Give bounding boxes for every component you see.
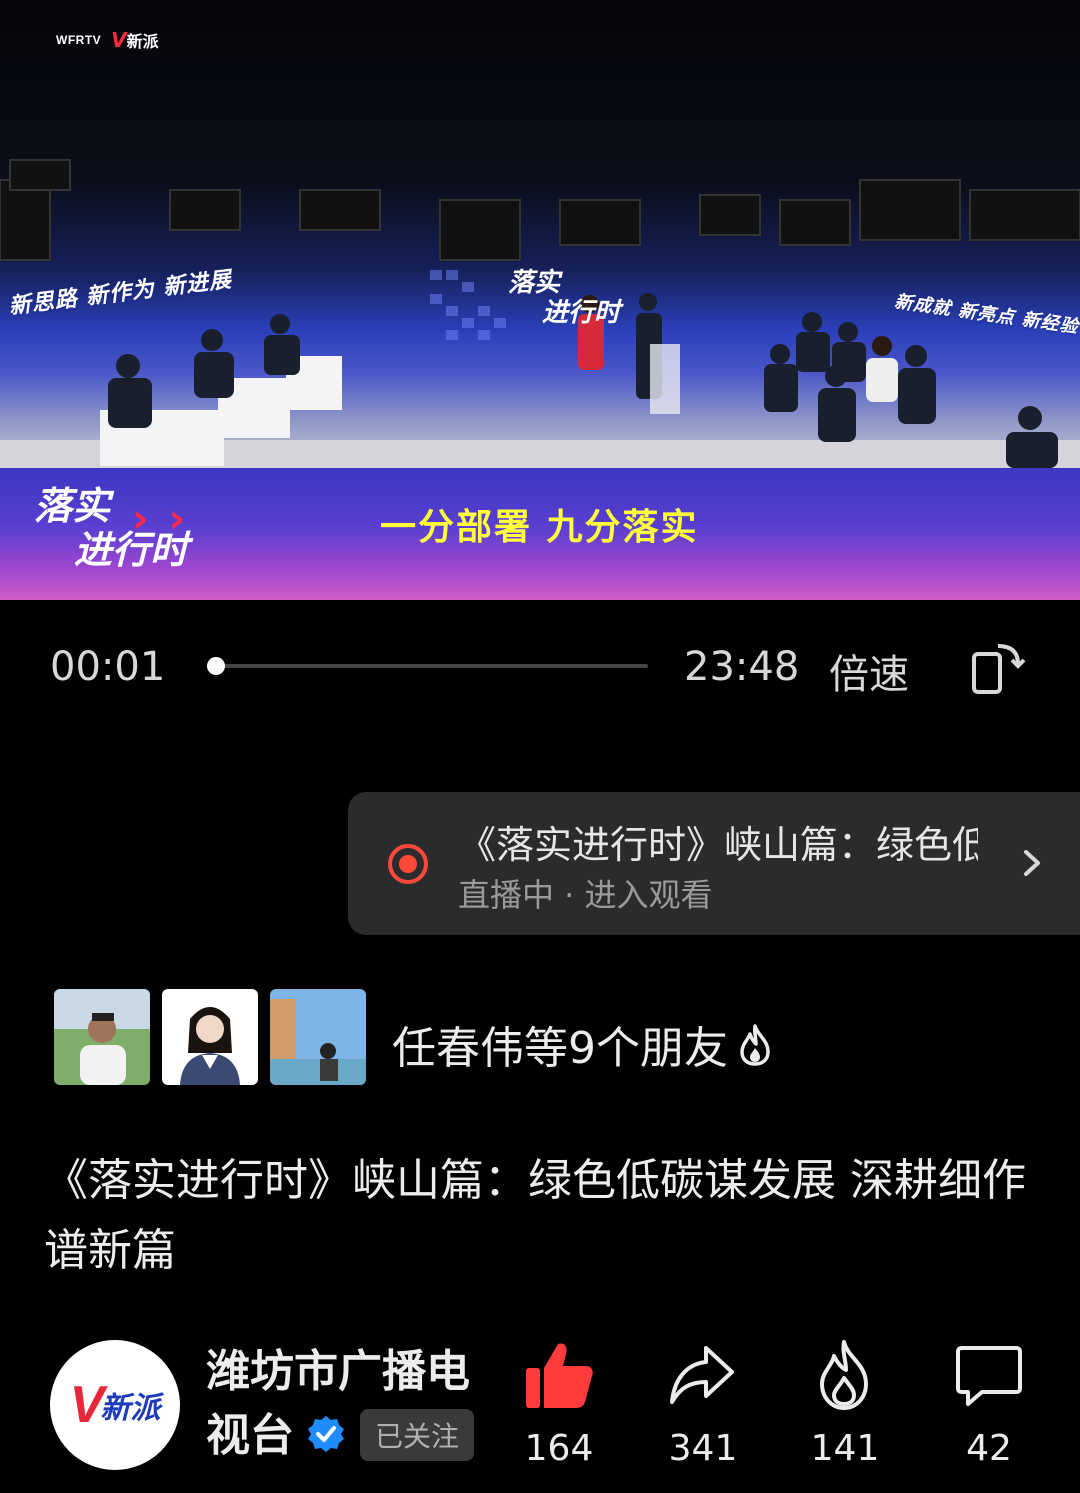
flame-icon <box>820 1340 868 1410</box>
total-time: 23:48 <box>684 644 800 690</box>
share-count: 341 <box>668 1428 738 1469</box>
rotate-screen-icon[interactable] <box>968 640 1028 696</box>
verified-badge-icon <box>308 1416 344 1452</box>
broadcaster-watermark: WFRTV V新派 <box>56 28 159 52</box>
like-button[interactable]: 164 <box>504 1338 614 1469</box>
video-title: 《落实进行时》峡山篇：绿色低碳谋发展 深耕细作谱新篇 <box>44 1155 1026 1276</box>
live-record-icon <box>388 844 428 884</box>
friend-avatar[interactable] <box>54 989 150 1085</box>
friends-label: 任春伟等9个朋友 <box>392 1023 728 1074</box>
video-player[interactable]: WFRTV V新派 新思路 新作为 新进展 新成就 新亮点 新经验 落实 进行时… <box>0 0 1080 600</box>
channel-logo-text: 新派 <box>100 1391 161 1426</box>
chevron-arrows-icon: ›› <box>132 496 205 542</box>
app-watermark: V新派 <box>111 28 159 52</box>
live-title: 《落实进行时》峡山篇：绿色低碳谋发展 <box>458 823 978 867</box>
current-time: 00:01 <box>50 644 166 690</box>
comment-count: 42 <box>966 1428 1012 1469</box>
thumbs-up-icon <box>526 1343 593 1408</box>
follow-button[interactable]: 已关注 <box>360 1409 474 1461</box>
channel-avatar[interactable]: V 新派 <box>50 1340 180 1470</box>
friend-avatar[interactable] <box>162 989 258 1085</box>
share-arrow-icon <box>670 1346 734 1404</box>
flame-icon <box>740 1024 770 1066</box>
studio-screen-title: 落实 进行时 <box>508 268 621 328</box>
like-count: 164 <box>524 1428 594 1469</box>
wfrtv-logo: WFRTV <box>56 33 102 47</box>
share-button[interactable]: 341 <box>648 1338 758 1469</box>
progress-bar[interactable] <box>212 664 648 668</box>
comment-button[interactable]: 42 <box>934 1338 1044 1469</box>
friends-watching[interactable]: 任春伟等9个朋友 <box>392 1012 774 1076</box>
video-page: WFRTV V新派 新思路 新作为 新进展 新成就 新亮点 新经验 落实 进行时… <box>0 0 1080 1493</box>
chevron-right-icon <box>1024 850 1040 876</box>
live-status: 直播中 · 进入观看 <box>458 876 713 914</box>
hot-count: 141 <box>810 1428 880 1469</box>
friend-avatar[interactable] <box>270 989 366 1085</box>
hot-button[interactable]: 141 <box>790 1338 900 1469</box>
video-caption: 一分部署 九分落实 <box>380 506 699 548</box>
playback-speed-button[interactable]: 倍速 <box>829 642 909 700</box>
comment-bubble-icon <box>956 1346 1022 1406</box>
progress-thumb[interactable] <box>207 657 225 675</box>
